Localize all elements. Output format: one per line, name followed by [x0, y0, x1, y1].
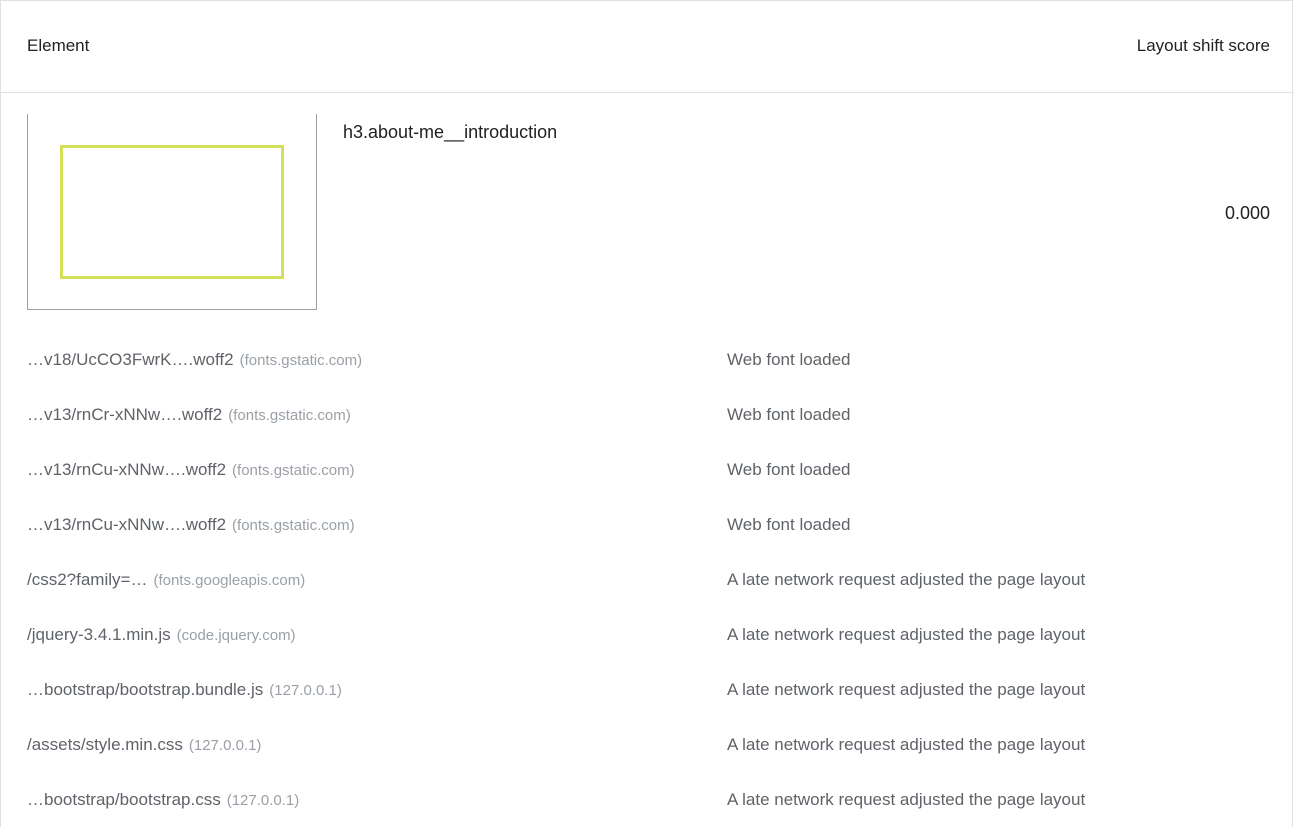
- sub-item-host: (fonts.googleapis.com): [153, 572, 306, 589]
- sub-item-url[interactable]: …v13/rnCr-xNNw….woff2 (fonts.gstatic.com): [27, 405, 351, 425]
- sub-item-url[interactable]: /assets/style.min.css (127.0.0.1): [27, 735, 261, 755]
- sub-item-file[interactable]: /assets/style.min.css: [27, 735, 183, 754]
- sub-item-row: …v13/rnCu-xNNw….woff2 (fonts.gstatic.com)…: [1, 498, 1294, 553]
- sub-item-host: (fonts.gstatic.com): [232, 462, 355, 479]
- element-screenshot-thumbnail: [27, 114, 317, 310]
- sub-item-reason: Web font loaded: [727, 460, 851, 479]
- sub-item-row: /css2?family=… (fonts.googleapis.com) A l…: [1, 553, 1294, 608]
- sub-item-list: …v18/UcCO3FwrK….woff2 (fonts.gstatic.com)…: [1, 333, 1294, 828]
- sub-item-host: (fonts.gstatic.com): [228, 407, 351, 424]
- column-header-element: Element: [27, 36, 90, 55]
- sub-item-row: …bootstrap/bootstrap.bundle.js (127.0.0.1…: [1, 663, 1294, 718]
- table-header: Element Layout shift score: [1, 1, 1294, 93]
- sub-item-row: …bootstrap/bootstrap.css (127.0.0.1) A la…: [1, 773, 1294, 828]
- sub-item-reason: A late network request adjusted the page…: [727, 625, 1086, 644]
- sub-item-host: (fonts.gstatic.com): [232, 517, 355, 534]
- sub-item-url[interactable]: …v13/rnCu-xNNw….woff2 (fonts.gstatic.com): [27, 515, 355, 535]
- sub-item-row: …v13/rnCu-xNNw….woff2 (fonts.gstatic.com)…: [1, 443, 1294, 498]
- sub-item-file[interactable]: …v18/UcCO3FwrK….woff2: [27, 350, 234, 369]
- sub-item-url[interactable]: …bootstrap/bootstrap.css (127.0.0.1): [27, 790, 299, 810]
- sub-item-host: (127.0.0.1): [188, 737, 262, 754]
- sub-item-url[interactable]: …bootstrap/bootstrap.bundle.js (127.0.0.1…: [27, 680, 342, 700]
- sub-item-file[interactable]: …v13/rnCu-xNNw….woff2: [27, 460, 226, 479]
- sub-item-url[interactable]: …v13/rnCu-xNNw….woff2 (fonts.gstatic.com): [27, 460, 355, 480]
- sub-item-host: (fonts.gstatic.com): [239, 352, 363, 369]
- sub-item-file[interactable]: …bootstrap/bootstrap.css: [27, 790, 221, 809]
- column-header-score: Layout shift score: [1136, 36, 1270, 55]
- sub-item-row: /assets/style.min.css (127.0.0.1) A late …: [1, 718, 1294, 773]
- sub-item-host: (127.0.0.1): [269, 682, 342, 699]
- sub-item-file[interactable]: /css2?family=…: [27, 570, 147, 589]
- sub-item-url[interactable]: …v18/UcCO3FwrK….woff2 (fonts.gstatic.com): [27, 350, 362, 370]
- sub-item-reason: A late network request adjusted the page…: [727, 680, 1086, 699]
- sub-item-host: (127.0.0.1): [226, 792, 300, 809]
- sub-item-file[interactable]: …v13/rnCu-xNNw….woff2: [27, 515, 226, 534]
- sub-item-row: /jquery-3.4.1.min.js (code.jquery.com) A …: [1, 608, 1294, 663]
- sub-item-file[interactable]: …v13/rnCr-xNNw….woff2: [27, 405, 222, 424]
- sub-item-file[interactable]: …bootstrap/bootstrap.bundle.js: [27, 680, 263, 699]
- sub-item-reason: A late network request adjusted the page…: [727, 735, 1086, 754]
- sub-item-file[interactable]: /jquery-3.4.1.min.js: [27, 625, 171, 644]
- sub-item-reason: A late network request adjusted the page…: [727, 570, 1086, 589]
- sub-item-reason: A late network request adjusted the page…: [727, 790, 1086, 809]
- sub-item-row: …v18/UcCO3FwrK….woff2 (fonts.gstatic.com)…: [1, 333, 1294, 388]
- sub-item-reason: Web font loaded: [727, 350, 851, 369]
- element-row[interactable]: h3.about-me__introduction 0.000: [1, 93, 1294, 323]
- sub-item-url[interactable]: /css2?family=… (fonts.googleapis.com): [27, 570, 305, 590]
- element-layout-shift-score: 0.000: [1224, 203, 1270, 223]
- sub-item-reason: Web font loaded: [727, 515, 851, 534]
- layout-shift-table: Element Layout shift score h3.about-me__…: [0, 0, 1294, 828]
- sub-item-host: (code.jquery.com): [176, 627, 296, 644]
- element-selector[interactable]: h3.about-me__introduction: [343, 122, 557, 143]
- sub-item-url[interactable]: /jquery-3.4.1.min.js (code.jquery.com): [27, 625, 296, 645]
- sub-item-reason: Web font loaded: [727, 405, 851, 424]
- sub-item-row: …v13/rnCr-xNNw….woff2 (fonts.gstatic.com)…: [1, 388, 1294, 443]
- element-highlight-box: [60, 145, 284, 279]
